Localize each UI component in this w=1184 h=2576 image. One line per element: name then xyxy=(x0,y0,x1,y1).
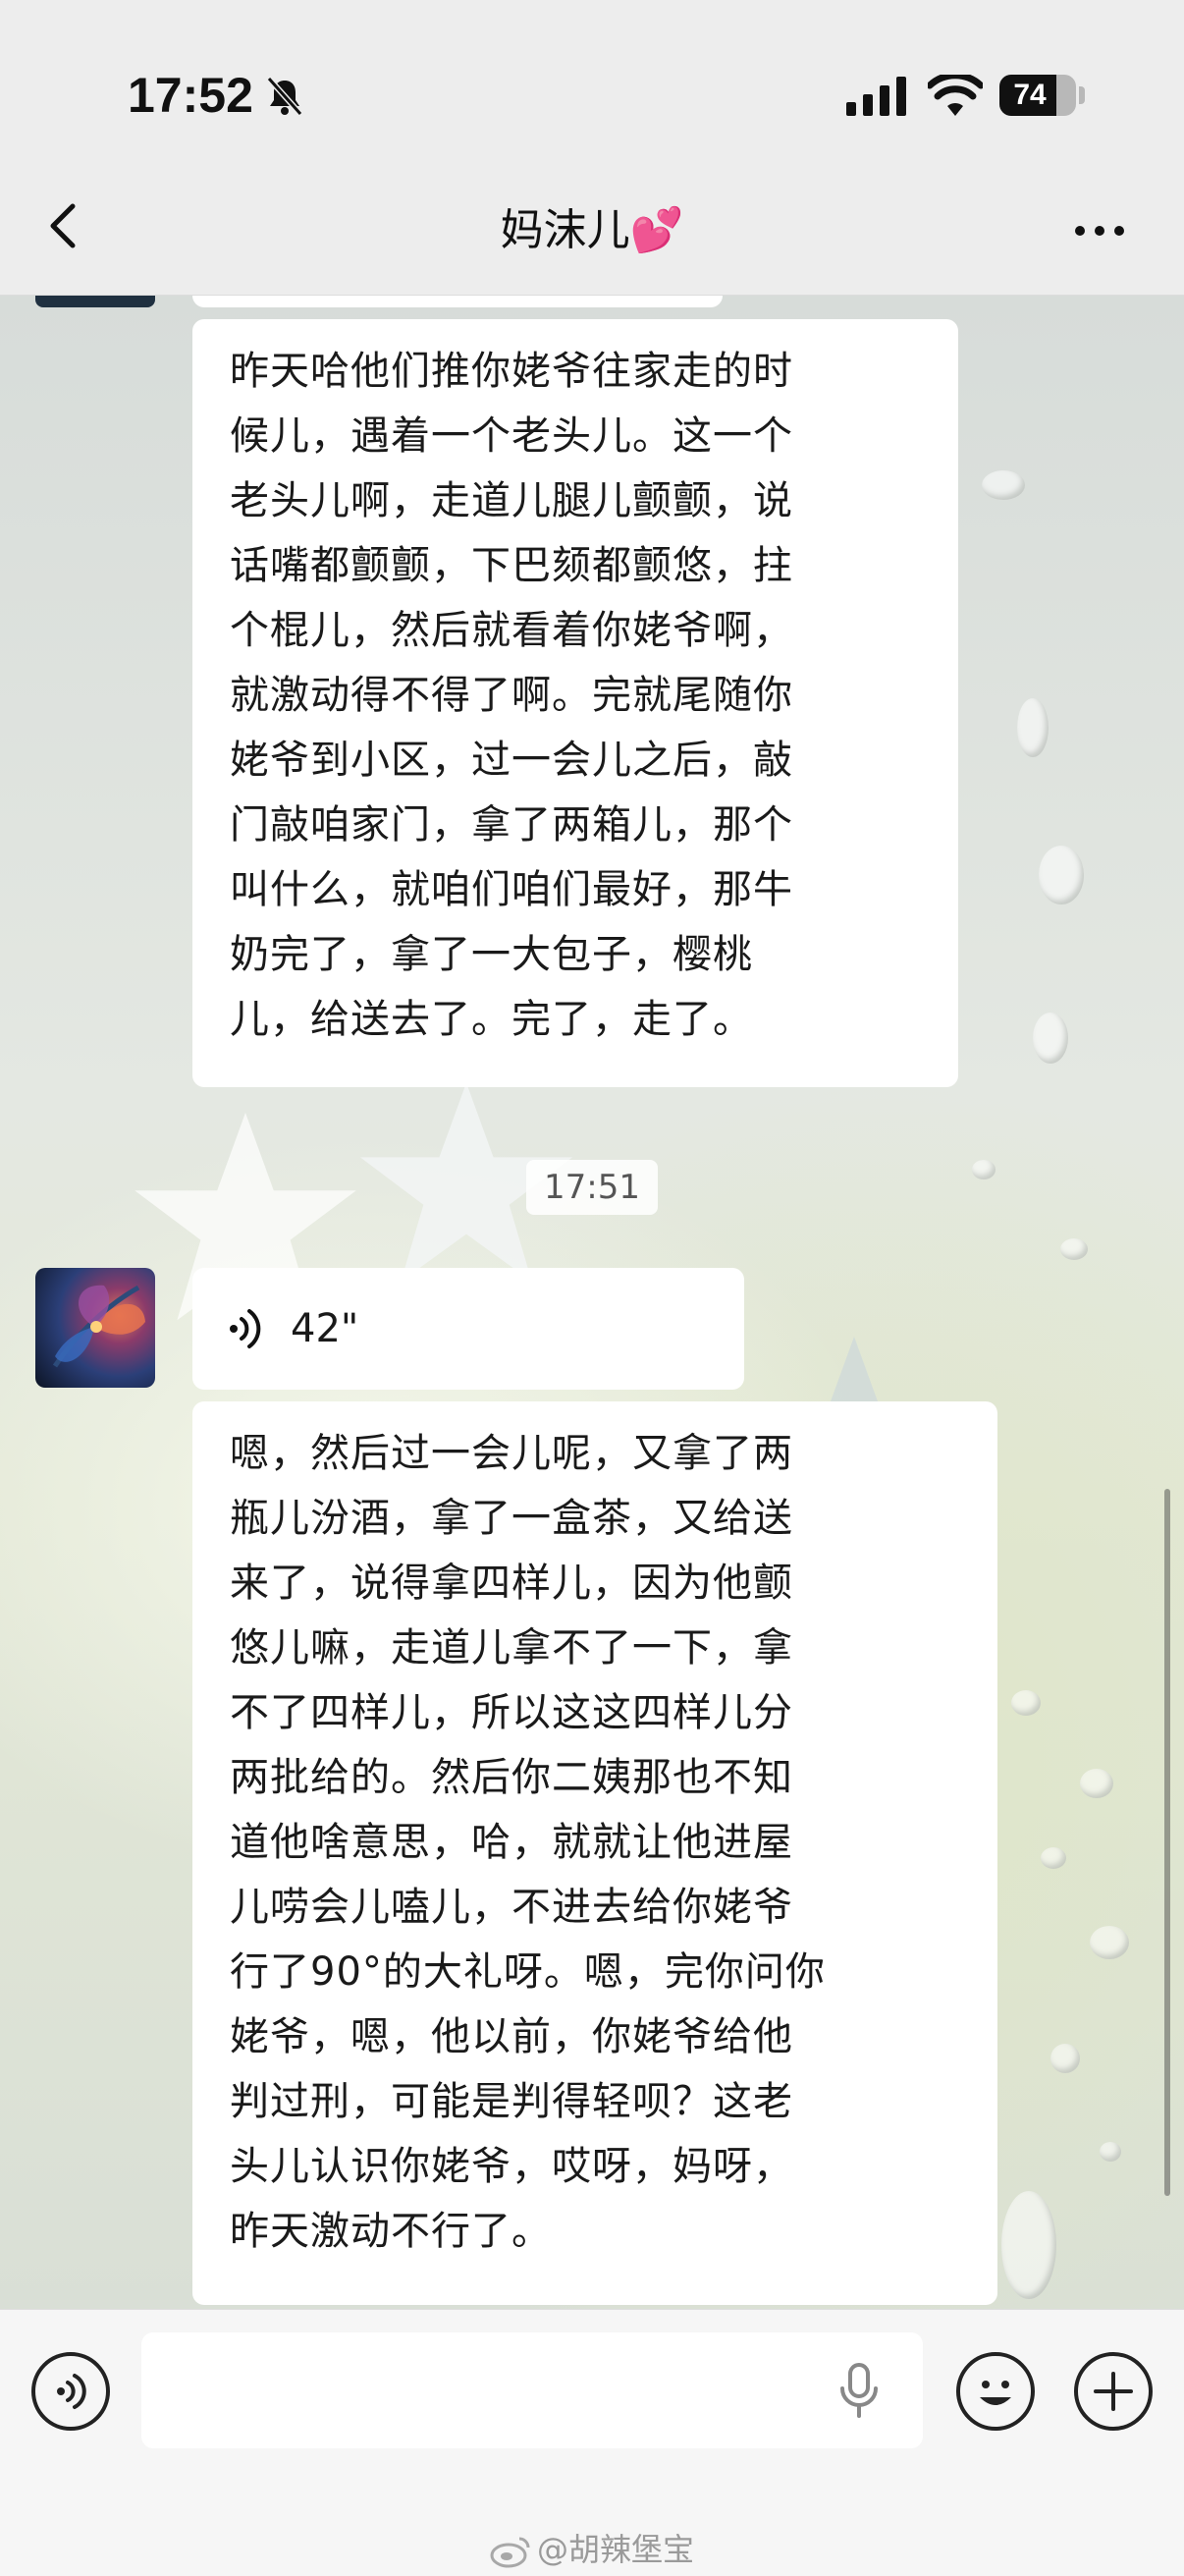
voice-wave-icon xyxy=(230,1309,261,1348)
voice-mode-button[interactable] xyxy=(31,2352,110,2431)
message-bubble[interactable]: 嗯，然后过一会儿呢，又拿了两 瓶儿汾酒，拿了一盒茶，又给送 来了，说得拿四样儿，… xyxy=(192,1401,997,2305)
chat-area[interactable]: 昨天哈他们推你姥爷往家走的时 候儿，遇着一个老头儿。这一个 老头儿啊，走道儿腿儿… xyxy=(0,296,1184,2309)
chat-title: 妈沫儿💕 xyxy=(500,205,684,255)
ellipsis-icon[interactable] xyxy=(1070,206,1129,255)
message-bubble-partial xyxy=(192,296,723,307)
water-drop xyxy=(1090,1926,1129,1959)
avatar-partial xyxy=(35,296,155,307)
plus-button[interactable] xyxy=(1074,2352,1153,2431)
avatar[interactable] xyxy=(35,1268,155,1388)
water-drop xyxy=(1033,1013,1068,1064)
cellular-signal-icon xyxy=(846,77,906,116)
flower-avatar-image xyxy=(52,1285,145,1368)
message-timestamp: 17:51 xyxy=(526,1160,658,1215)
water-drop xyxy=(982,470,1025,500)
water-drop xyxy=(1017,698,1049,757)
battery-icon: 74 xyxy=(999,75,1076,116)
water-drop xyxy=(1039,846,1084,904)
microphone-icon[interactable] xyxy=(836,2361,882,2420)
water-drop xyxy=(972,1160,996,1179)
emoji-button[interactable] xyxy=(956,2352,1035,2431)
water-drop xyxy=(1060,1238,1088,1260)
plus-icon xyxy=(1094,2372,1133,2411)
battery-percentage: 74 xyxy=(1013,79,1047,111)
message-input[interactable] xyxy=(141,2332,923,2448)
battery-cap xyxy=(1079,86,1085,104)
message-bubble[interactable]: 昨天哈他们推你姥爷往家走的时 候儿，遇着一个老头儿。这一个 老头儿啊，走道儿腿儿… xyxy=(192,319,958,1087)
wifi-icon xyxy=(928,75,983,116)
scrollbar[interactable] xyxy=(1164,1489,1170,2196)
water-drop xyxy=(1050,2044,1080,2073)
watermark: @胡辣堡宝 xyxy=(0,2530,1184,2569)
status-time: 17:52 xyxy=(128,68,253,123)
voice-mode-icon xyxy=(57,2374,86,2409)
water-drop xyxy=(1041,1847,1066,1869)
voice-message[interactable]: 42" xyxy=(192,1268,744,1390)
bell-slash-icon xyxy=(266,77,303,116)
emoji-icon xyxy=(980,2381,1011,2405)
weibo-logo-icon xyxy=(490,2537,530,2568)
water-drop xyxy=(1100,2142,1121,2162)
water-drop xyxy=(1011,1690,1041,1716)
water-drop xyxy=(1001,2191,1056,2299)
watermark-text: @胡辣堡宝 xyxy=(536,2531,694,2568)
voice-duration: 42" xyxy=(291,1306,359,1351)
water-drop xyxy=(1080,1769,1113,1798)
